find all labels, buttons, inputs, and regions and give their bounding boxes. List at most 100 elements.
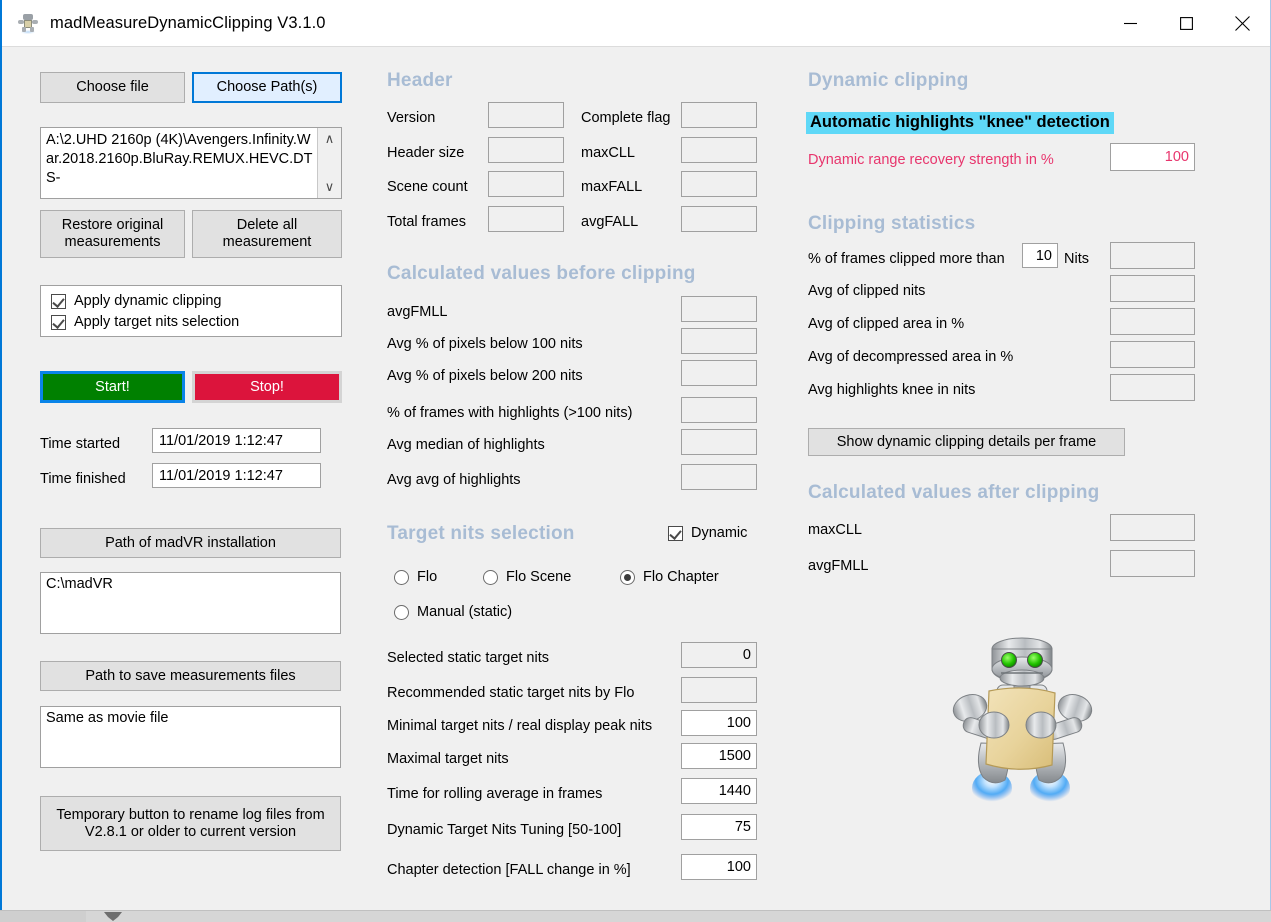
field-avg-median-highlights[interactable]: [681, 429, 757, 455]
field-avgfmll-before[interactable]: [681, 296, 757, 322]
label-dynamic-range-recovery-strength: Dynamic range recovery strength in %: [808, 152, 1054, 168]
restore-measurements-button[interactable]: Restore original measurements: [40, 210, 185, 258]
radio-flo[interactable]: Flo: [394, 569, 437, 585]
stop-button[interactable]: Stop!: [192, 371, 342, 403]
section-after-clipping: Calculated values after clipping: [808, 482, 1100, 503]
radio-flo-chapter[interactable]: Flo Chapter: [620, 569, 719, 585]
apply-options-panel: Apply dynamic clipping Apply target nits…: [40, 285, 342, 337]
field-maximal-target-nits[interactable]: 1500: [681, 743, 757, 769]
label-frames-with-highlights: % of frames with highlights (>100 nits): [387, 405, 633, 421]
application-window: madMeasureDynamicClipping V3.1.0 Choose …: [0, 0, 1271, 911]
field-avg-highlights-knee[interactable]: [1110, 374, 1195, 401]
label-pixels-below-100: Avg % of pixels below 100 nits: [387, 336, 583, 352]
minimize-icon[interactable]: [1102, 0, 1158, 46]
checkbox-apply-target-nits[interactable]: Apply target nits selection: [51, 314, 239, 330]
scroll-up-icon[interactable]: ∧: [318, 128, 341, 150]
robot-icon: [18, 13, 38, 34]
field-rolling-average-frames[interactable]: 1440: [681, 778, 757, 804]
field-frames-clipped-threshold[interactable]: 10: [1022, 243, 1058, 268]
field-scene-count[interactable]: [488, 171, 564, 197]
field-total-frames[interactable]: [488, 206, 564, 232]
radio-manual-static[interactable]: Manual (static): [394, 604, 512, 620]
madvr-path-field[interactable]: C:\madVR: [40, 572, 341, 634]
scroll-down-icon[interactable]: ∨: [318, 176, 341, 198]
field-dynamic-range-recovery-strength[interactable]: 100: [1110, 143, 1195, 171]
label-maximal-target-nits: Maximal target nits: [387, 751, 509, 767]
field-avg-clipped-nits[interactable]: [1110, 275, 1195, 302]
label-maxcll: maxCLL: [581, 145, 635, 161]
field-version[interactable]: [488, 102, 564, 128]
checkbox-dynamic[interactable]: Dynamic: [668, 525, 747, 541]
field-header-size[interactable]: [488, 137, 564, 163]
time-finished-value[interactable]: 11/01/2019 1:12:47: [152, 463, 321, 488]
start-button[interactable]: Start!: [40, 371, 185, 403]
radio-label: Flo: [417, 569, 438, 585]
checkbox-label: Apply target nits selection: [74, 314, 240, 330]
section-clipping-statistics: Clipping statistics: [808, 213, 976, 234]
label-scene-count: Scene count: [387, 179, 468, 195]
maximize-icon[interactable]: [1158, 0, 1214, 46]
label-frames-clipped-suffix: Nits: [1064, 251, 1089, 267]
label-header-size: Header size: [387, 145, 465, 161]
file-path-text: A:\2.UHD 2160p (4K)\Avengers.Infinity.Wa…: [46, 132, 313, 187]
field-avg-avg-highlights[interactable]: [681, 464, 757, 490]
label-avg-highlights-knee: Avg highlights knee in nits: [808, 382, 976, 398]
section-dynamic-clipping: Dynamic clipping: [808, 70, 969, 91]
checkbox-box: [668, 525, 683, 541]
field-dynamic-target-nits-tuning[interactable]: 75: [681, 814, 757, 840]
time-finished-label: Time finished: [40, 471, 126, 487]
field-frames-with-highlights[interactable]: [681, 397, 757, 423]
radio-dot: [620, 569, 635, 585]
madvr-path-button[interactable]: Path of madVR installation: [40, 528, 341, 558]
label-minimal-target-nits: Minimal target nits / real display peak …: [387, 718, 653, 734]
radio-label: Flo Scene: [506, 569, 572, 585]
section-header: Header: [387, 70, 453, 91]
field-avgfall[interactable]: [681, 206, 757, 232]
delete-measurements-button[interactable]: Delete all measurement: [192, 210, 342, 258]
file-path-listbox[interactable]: A:\2.UHD 2160p (4K)\Avengers.Infinity.Wa…: [40, 127, 342, 199]
taskbar-app-icon[interactable]: [104, 912, 122, 921]
field-recommended-static-target-nits[interactable]: [681, 677, 757, 703]
label-avg-median-highlights: Avg median of highlights: [387, 437, 545, 453]
field-avgfmll-after[interactable]: [1110, 550, 1195, 577]
radio-dot: [394, 569, 409, 585]
label-avg-avg-highlights: Avg avg of highlights: [387, 472, 521, 488]
field-selected-static-target-nits[interactable]: 0: [681, 642, 757, 668]
time-started-label: Time started: [40, 436, 121, 452]
field-complete-flag[interactable]: [681, 102, 757, 128]
save-path-field[interactable]: Same as movie file: [40, 706, 341, 768]
radio-flo-scene[interactable]: Flo Scene: [483, 569, 571, 585]
label-frames-clipped-prefix: % of frames clipped more than: [808, 251, 1005, 267]
field-chapter-detection[interactable]: 100: [681, 854, 757, 880]
field-avg-decompressed-area[interactable]: [1110, 341, 1195, 368]
rename-log-files-button[interactable]: Temporary button to rename log files fro…: [40, 796, 341, 851]
file-path-scrollbar[interactable]: ∧ ∨: [317, 128, 341, 198]
radio-label: Flo Chapter: [643, 569, 719, 585]
show-clipping-details-button[interactable]: Show dynamic clipping details per frame: [808, 428, 1125, 456]
taskbar[interactable]: [0, 910, 1271, 922]
close-icon[interactable]: [1214, 0, 1270, 46]
radio-label: Manual (static): [417, 604, 513, 620]
choose-paths-button[interactable]: Choose Path(s): [192, 72, 342, 103]
field-pixels-below-100[interactable]: [681, 328, 757, 354]
field-maxcll-after[interactable]: [1110, 514, 1195, 541]
label-pixels-below-200: Avg % of pixels below 200 nits: [387, 368, 583, 384]
checkbox-apply-dynamic-clipping[interactable]: Apply dynamic clipping: [51, 293, 222, 309]
label-avgfall: avgFALL: [581, 214, 639, 230]
field-frames-clipped-value[interactable]: [1110, 242, 1195, 269]
field-pixels-below-200[interactable]: [681, 360, 757, 386]
field-maxfall[interactable]: [681, 171, 757, 197]
save-path-value: Same as movie file: [46, 710, 169, 726]
save-path-button[interactable]: Path to save measurements files: [40, 661, 341, 691]
field-maxcll[interactable]: [681, 137, 757, 163]
choose-file-button[interactable]: Choose file: [40, 72, 185, 103]
label-recommended-static-target-nits: Recommended static target nits by Flo: [387, 685, 635, 701]
label-complete-flag: Complete flag: [581, 110, 671, 126]
section-before-clipping: Calculated values before clipping: [387, 263, 696, 284]
time-started-value[interactable]: 11/01/2019 1:12:47: [152, 428, 321, 453]
field-minimal-target-nits[interactable]: 100: [681, 710, 757, 736]
field-avg-clipped-area[interactable]: [1110, 308, 1195, 335]
label-selected-static-target-nits: Selected static target nits: [387, 650, 549, 666]
knee-detection-banner: Automatic highlights "knee" detection: [806, 112, 1114, 134]
checkbox-label: Apply dynamic clipping: [74, 293, 222, 309]
